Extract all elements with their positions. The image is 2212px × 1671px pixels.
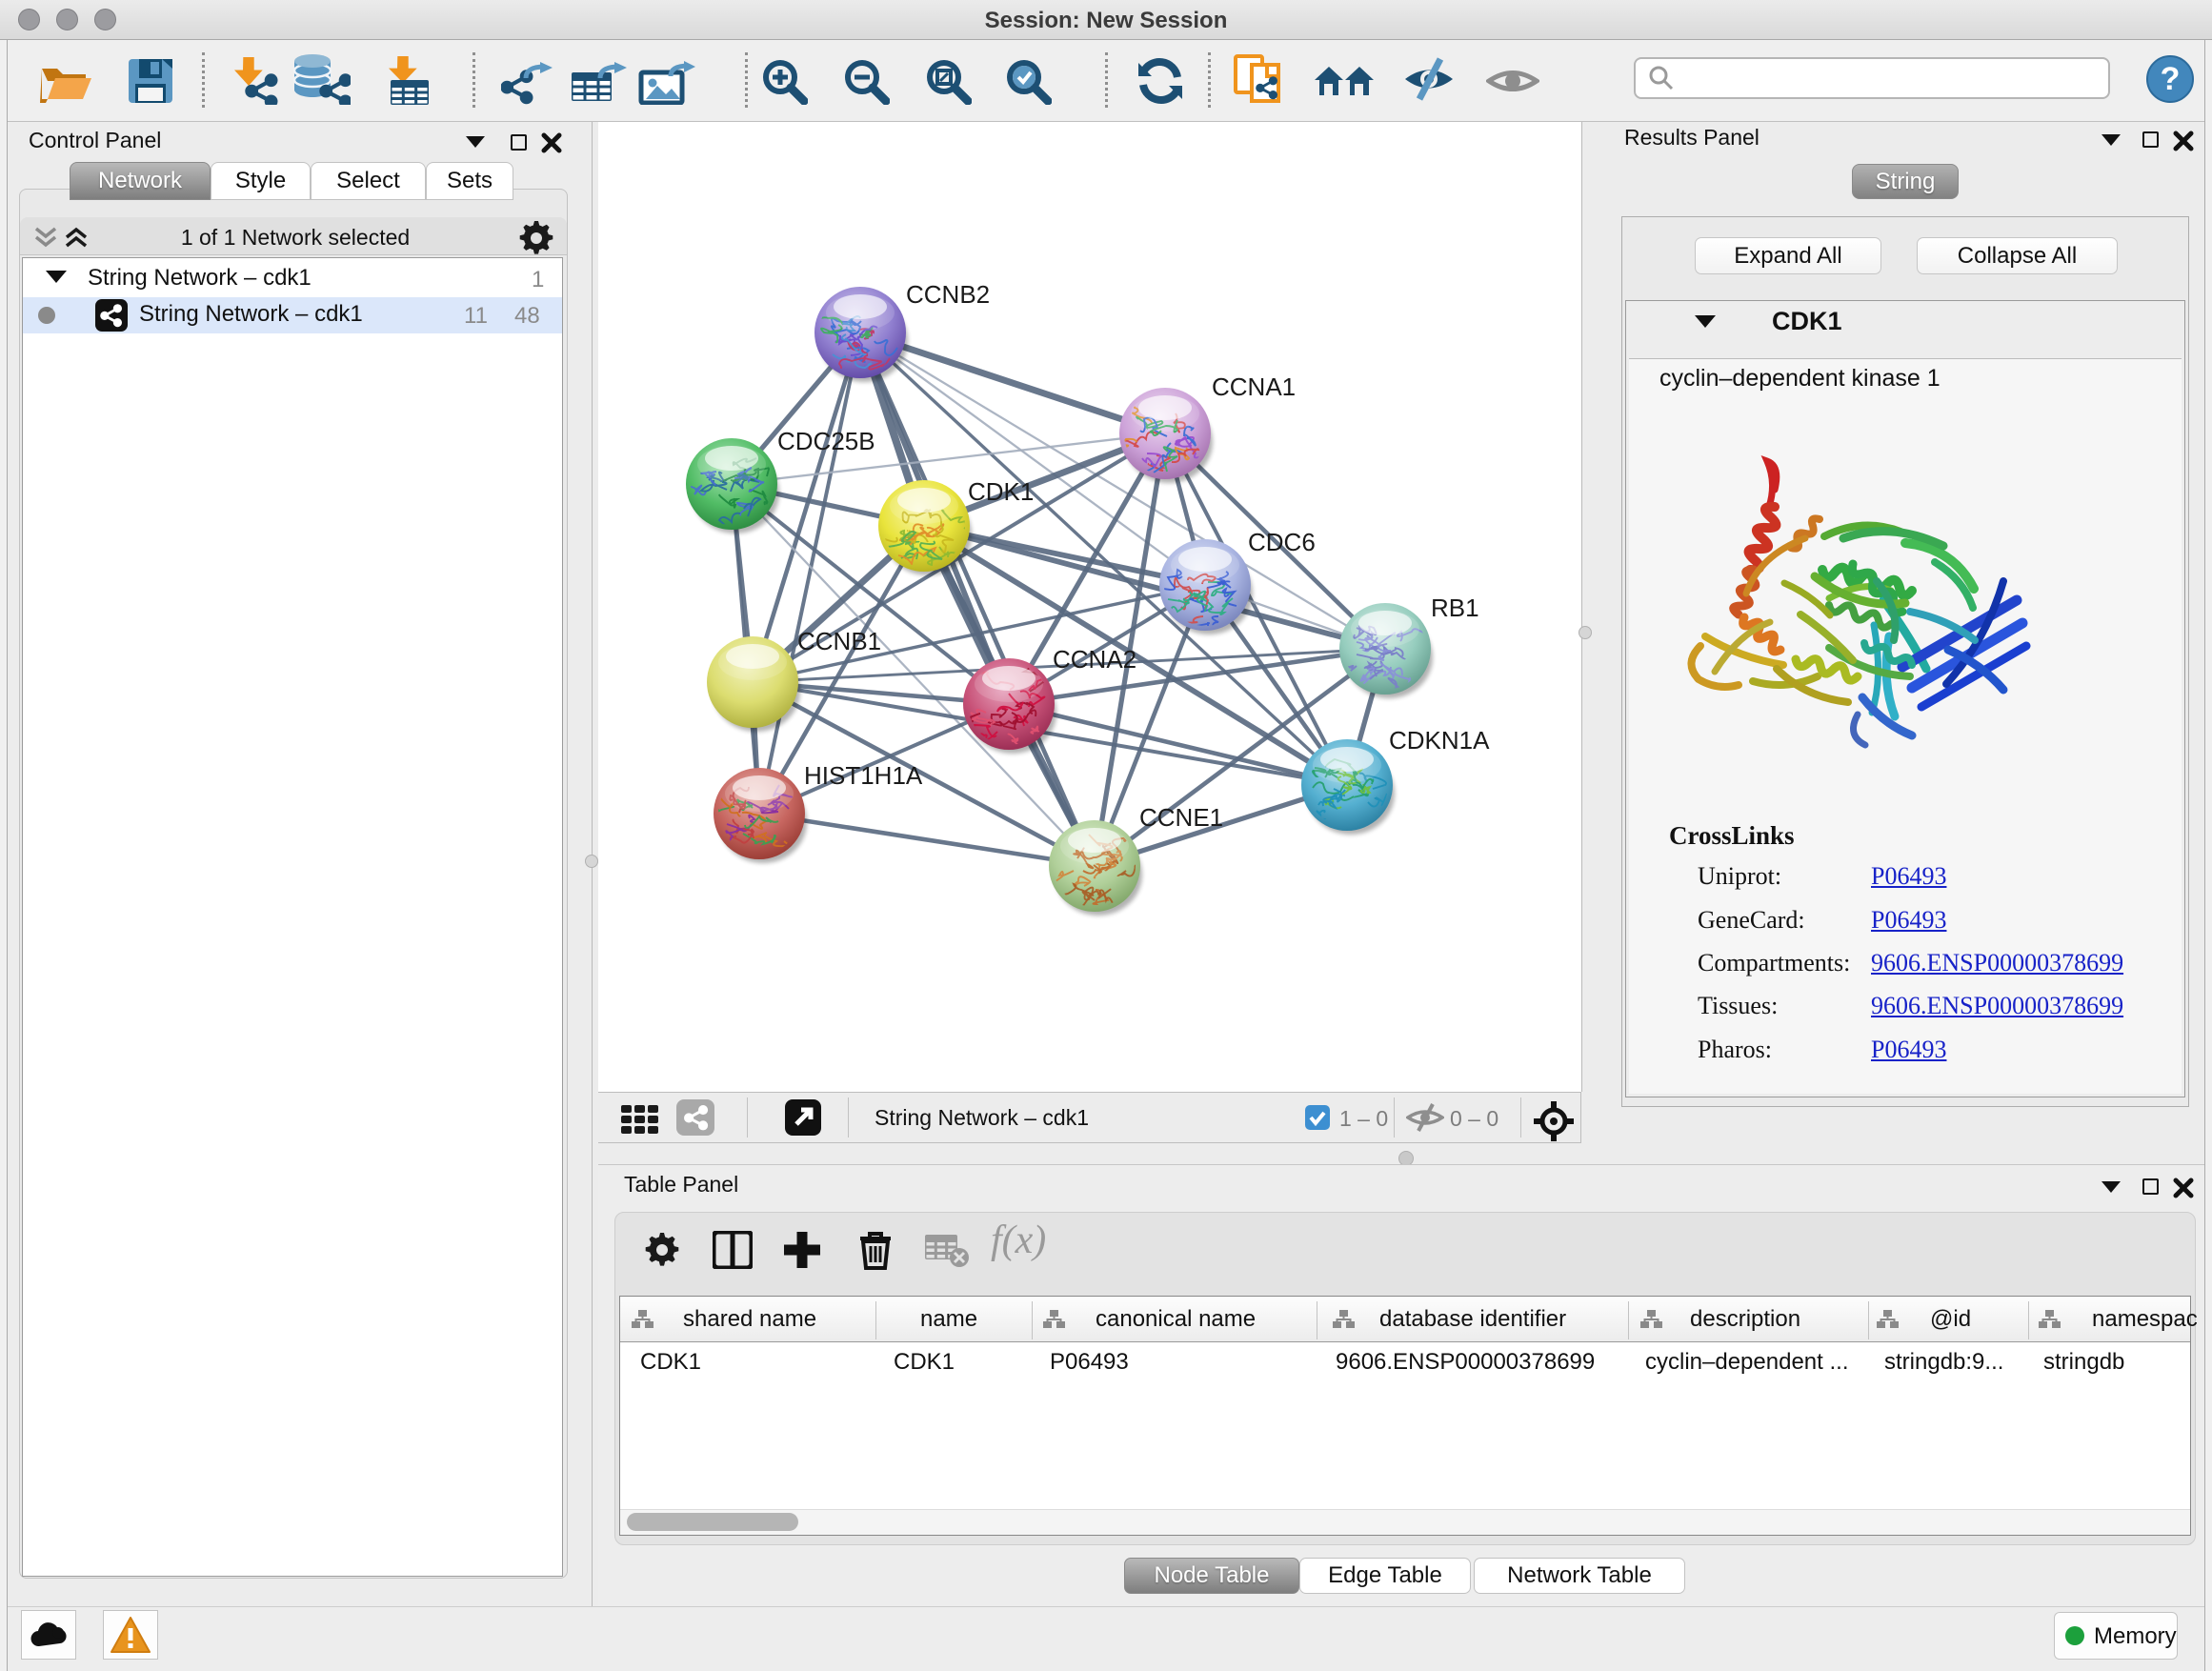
svg-text:CCNB1: CCNB1 — [797, 627, 881, 655]
svg-text:CCNB2: CCNB2 — [906, 280, 990, 309]
svg-text:CDKN1A: CDKN1A — [1389, 726, 1490, 755]
svg-text:HIST1H1A: HIST1H1A — [804, 761, 923, 790]
svg-text:CDC25B: CDC25B — [777, 427, 875, 455]
svg-text:CCNE1: CCNE1 — [1139, 803, 1223, 832]
svg-text:CCNA1: CCNA1 — [1212, 372, 1296, 401]
svg-text:CDK1: CDK1 — [968, 477, 1034, 506]
svg-text:RB1: RB1 — [1431, 594, 1479, 622]
svg-text:CCNA2: CCNA2 — [1053, 645, 1136, 674]
svg-text:CDC6: CDC6 — [1248, 528, 1316, 556]
svg-text:?: ? — [2161, 61, 2181, 97]
